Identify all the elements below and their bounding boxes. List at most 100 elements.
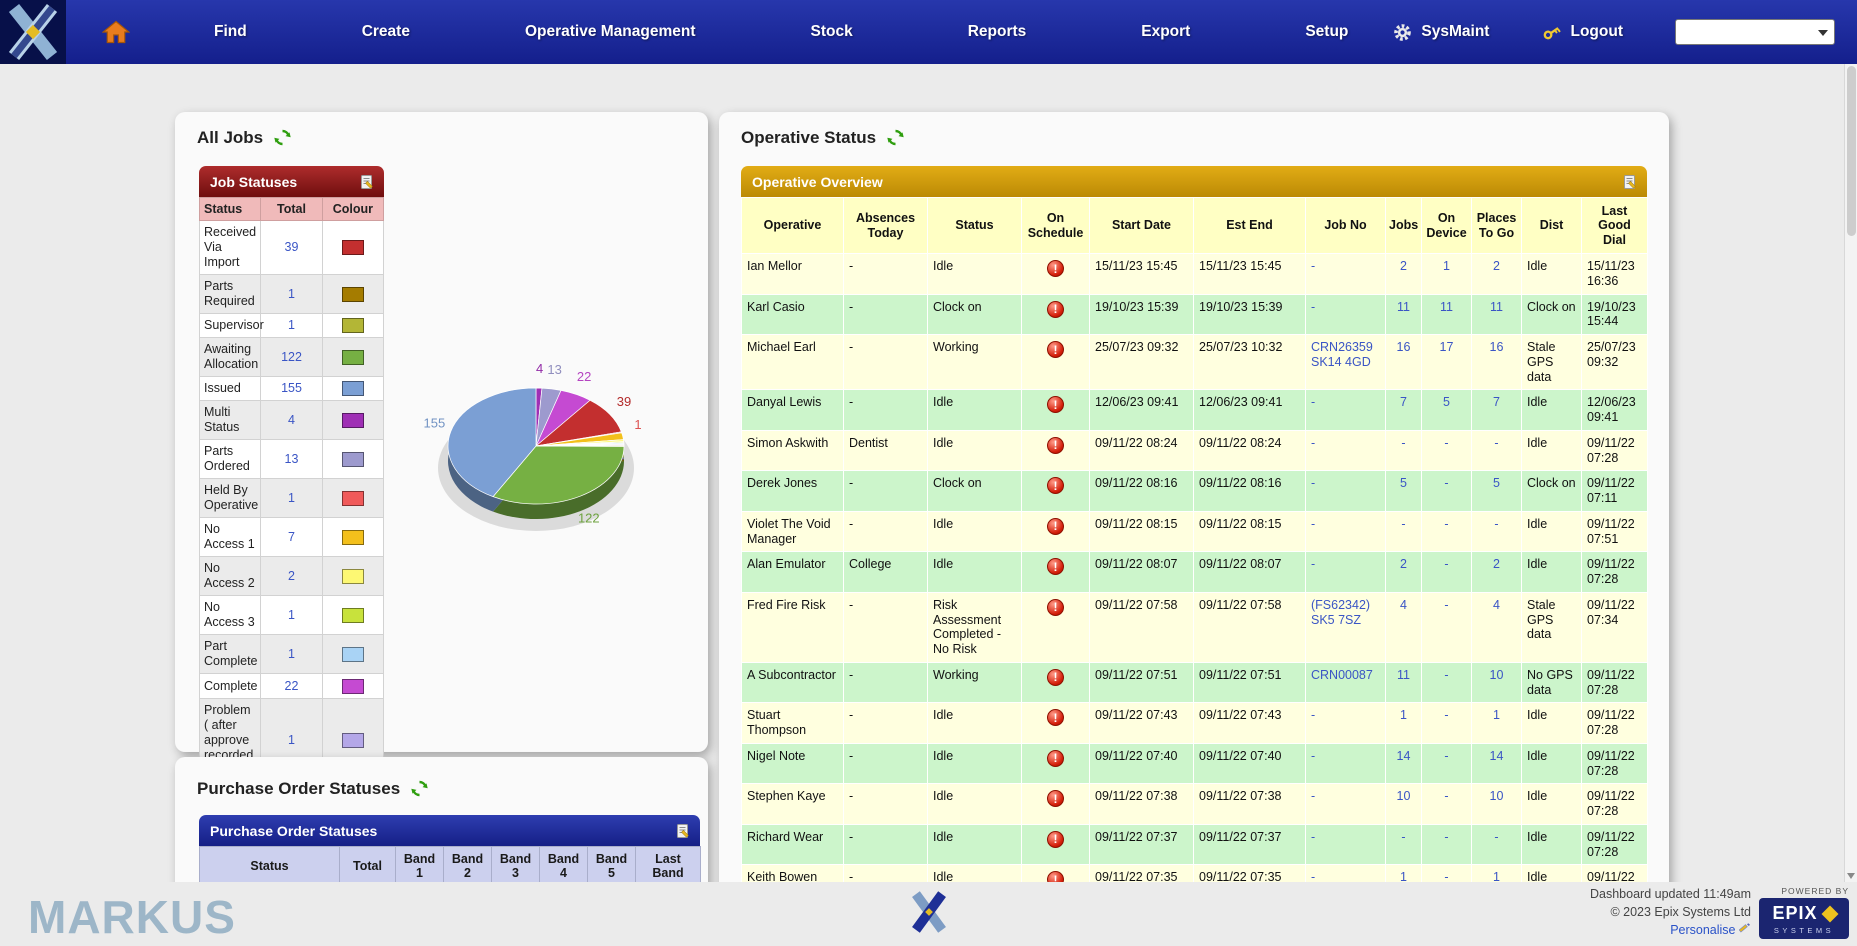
home-button[interactable]	[102, 19, 132, 45]
nav-item-stock[interactable]: Stock	[810, 23, 852, 41]
op-jobs-link[interactable]: -	[1401, 436, 1405, 450]
refresh-purchase-orders-button[interactable]	[410, 779, 429, 798]
job-status-total-link[interactable]: 13	[285, 452, 299, 466]
vertical-scrollbar[interactable]	[1844, 64, 1857, 882]
op-jobs-link[interactable]: 10	[1397, 789, 1411, 803]
op-job_no-link[interactable]: -	[1311, 789, 1315, 803]
nav-item-operative-management[interactable]: Operative Management	[525, 23, 696, 41]
op-jobs-link[interactable]: 11	[1397, 300, 1410, 314]
op-on_device-link[interactable]: -	[1444, 789, 1448, 803]
op-on_device-link[interactable]: -	[1444, 708, 1448, 722]
op-jobs-link[interactable]: -	[1401, 517, 1405, 531]
op-places-link[interactable]: 2	[1493, 557, 1500, 571]
job-status-total-link[interactable]: 2	[288, 569, 295, 583]
op-on_device-link[interactable]: 1	[1443, 259, 1450, 273]
nav-item-setup[interactable]: Setup	[1305, 23, 1348, 41]
op-jobs-link[interactable]: 11	[1397, 668, 1410, 682]
op-on_device-link[interactable]: 5	[1443, 395, 1450, 409]
op-jobs-link[interactable]: 5	[1400, 476, 1407, 490]
op-on_device-link[interactable]: -	[1444, 830, 1448, 844]
job-statuses-options-button[interactable]	[359, 174, 375, 190]
personalise-link[interactable]: Personalise	[1670, 923, 1735, 937]
op-jobs-link[interactable]: 2	[1400, 259, 1407, 273]
op-on_device-link[interactable]: -	[1444, 436, 1448, 450]
op-on_device-link[interactable]: -	[1444, 598, 1448, 612]
job-status-total-link[interactable]: 1	[288, 318, 295, 332]
op-job_no-link[interactable]: (FS62342) SK5 7SZ	[1311, 598, 1370, 627]
job-status-total-link[interactable]: 22	[285, 679, 299, 693]
job-status-row: No Access 17	[200, 518, 384, 557]
op-places-link[interactable]: -	[1494, 830, 1498, 844]
op-jobs-link[interactable]: 7	[1400, 395, 1407, 409]
refresh-operative-status-button[interactable]	[886, 128, 905, 147]
op-on_device-link[interactable]: -	[1444, 517, 1448, 531]
colour-swatch	[342, 679, 364, 694]
op-job_no-link[interactable]: -	[1311, 395, 1315, 409]
epix-x-logo[interactable]	[0, 0, 66, 64]
job-status-total-link[interactable]: 1	[288, 733, 295, 747]
op-places-link[interactable]: 16	[1490, 340, 1504, 354]
op-places-link[interactable]: 14	[1490, 749, 1504, 763]
op-on_device-link[interactable]: -	[1444, 476, 1448, 490]
op-jobs-link[interactable]: 4	[1400, 598, 1407, 612]
op-job_no-link[interactable]: CRN00087	[1311, 668, 1373, 682]
nav-item-reports[interactable]: Reports	[968, 23, 1027, 41]
refresh-all-jobs-button[interactable]	[273, 128, 292, 147]
op-job_no-link[interactable]: -	[1311, 708, 1315, 722]
scrollbar-thumb[interactable]	[1847, 66, 1856, 236]
job-status-total-link[interactable]: 4	[288, 413, 295, 427]
operative-row: Stuart Thompson-Idle!09/11/22 07:4309/11…	[742, 703, 1648, 744]
nav-item-find[interactable]: Find	[214, 23, 247, 41]
job-status-total-link[interactable]: 1	[288, 491, 295, 505]
op-on_device-link[interactable]: -	[1444, 668, 1448, 682]
op-places-link[interactable]: 1	[1493, 708, 1500, 722]
op-places-link[interactable]: 10	[1490, 668, 1504, 682]
op-on_device-link[interactable]: 17	[1440, 340, 1454, 354]
job-status-name: Issued	[200, 377, 261, 401]
op-job_no-link[interactable]: -	[1311, 436, 1315, 450]
op-places-link[interactable]: 7	[1493, 395, 1500, 409]
op-jobs-link[interactable]: 2	[1400, 557, 1407, 571]
op-on_device-link[interactable]: -	[1444, 557, 1448, 571]
op-jobs-link[interactable]: 14	[1397, 749, 1411, 763]
purchase-order-options-button[interactable]	[675, 823, 691, 839]
op-places-link[interactable]: 11	[1490, 300, 1503, 314]
operative-overview-options-button[interactable]	[1622, 174, 1638, 190]
op-job_no-link[interactable]: -	[1311, 300, 1315, 314]
op-places-link[interactable]: 4	[1493, 598, 1500, 612]
op-on_device-link[interactable]: -	[1444, 749, 1448, 763]
job-status-row: Received Via Import39	[200, 221, 384, 275]
op-job_no-link[interactable]: -	[1311, 557, 1315, 571]
job-status-total-link[interactable]: 1	[288, 647, 295, 661]
op-jobs-link[interactable]: 1	[1400, 708, 1407, 722]
op-places-link[interactable]: 10	[1490, 789, 1504, 803]
op-places-link[interactable]: 5	[1493, 476, 1500, 490]
op-on_device-link[interactable]: 11	[1440, 300, 1453, 314]
op-job_no-link[interactable]: -	[1311, 476, 1315, 490]
job-status-total-link[interactable]: 1	[288, 608, 295, 622]
nav-item-create[interactable]: Create	[362, 23, 410, 41]
job-status-total-link[interactable]: 7	[288, 530, 295, 544]
op-cell-last_dial: 09/11/22 07:28	[1582, 430, 1648, 471]
op-job_no-link[interactable]: -	[1311, 749, 1315, 763]
job-status-total-link[interactable]: 122	[281, 350, 302, 364]
nav-dropdown[interactable]	[1675, 19, 1835, 45]
footer: MARKUS Dashboard updated 11:49am © 2023 …	[0, 882, 1857, 946]
job-status-total-link[interactable]: 1	[288, 287, 295, 301]
op-places-link[interactable]: -	[1494, 436, 1498, 450]
op-places-link[interactable]: -	[1494, 517, 1498, 531]
op-job_no-link[interactable]: CRN26359 SK14 4GD	[1311, 340, 1373, 369]
op-job_no-link[interactable]: -	[1311, 830, 1315, 844]
op-jobs-link[interactable]: 16	[1397, 340, 1411, 354]
op-job_no-link[interactable]: -	[1311, 259, 1315, 273]
job-status-total-link[interactable]: 155	[281, 381, 302, 395]
scrollbar-down-arrow[interactable]	[1847, 873, 1855, 879]
job-status-total-link[interactable]: 39	[285, 240, 299, 254]
op-places-link[interactable]: 2	[1493, 259, 1500, 273]
sysmaint-button[interactable]: SysMaint	[1392, 22, 1489, 43]
op-cell-status: Idle	[928, 552, 1022, 593]
op-jobs-link[interactable]: -	[1401, 830, 1405, 844]
op-job_no-link[interactable]: -	[1311, 517, 1315, 531]
logout-button[interactable]: Logout	[1541, 22, 1623, 43]
nav-item-export[interactable]: Export	[1141, 23, 1190, 41]
